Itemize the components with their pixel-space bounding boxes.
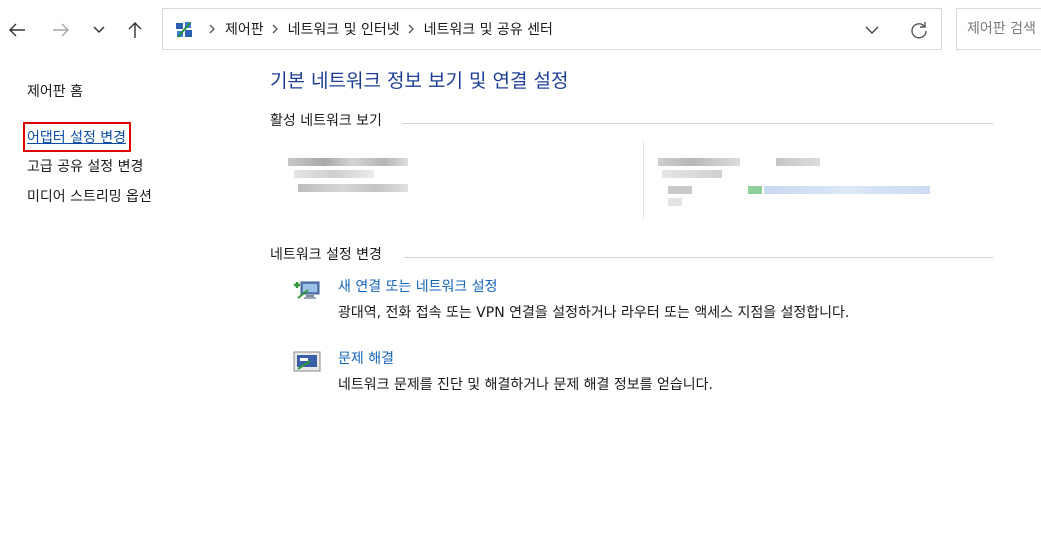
troubleshoot-link[interactable]: 문제 해결 — [338, 348, 394, 368]
media-streaming-options-link[interactable]: 미디어 스트리밍 옵션 — [27, 186, 152, 206]
breadcrumb-control-panel[interactable]: 제어판 — [225, 19, 264, 39]
network-name-redacted — [288, 158, 408, 198]
advanced-sharing-settings-link[interactable]: 고급 공유 설정 변경 — [27, 156, 143, 176]
breadcrumb-separator-icon — [209, 24, 215, 34]
section-divider — [404, 257, 993, 258]
arrow-left-icon — [9, 23, 25, 37]
recent-locations-button[interactable] — [84, 14, 114, 46]
breadcrumb-network-internet[interactable]: 네트워크 및 인터넷 — [288, 19, 400, 39]
troubleshoot-description: 네트워크 문제를 진단 및 해결하거나 문제 해결 정보를 얻습니다. — [338, 377, 713, 393]
new-connection-description: 광대역, 전화 접속 또는 VPN 연결을 설정하거나 라우터 또는 액세스 지… — [338, 305, 850, 321]
network-sharing-center-window: 제어판 네트워크 및 인터넷 네트워크 및 공유 센터 제어판 홈 어댑터 설정… — [0, 0, 1041, 545]
breadcrumb: 제어판 네트워크 및 인터넷 네트워크 및 공유 센터 — [201, 9, 553, 49]
chevron-down-icon[interactable] — [863, 21, 881, 39]
new-connection-icon — [294, 281, 320, 299]
access-type-redacted — [658, 158, 748, 208]
chevron-down-icon — [93, 26, 105, 34]
forward-button[interactable] — [46, 14, 76, 46]
address-bar[interactable]: 제어판 네트워크 및 인터넷 네트워크 및 공유 센터 — [162, 8, 942, 50]
search-input[interactable] — [967, 19, 1041, 39]
control-panel-home-link[interactable]: 제어판 홈 — [27, 81, 83, 101]
back-button[interactable] — [2, 14, 32, 46]
change-settings-header: 네트워크 설정 변경 — [270, 247, 382, 263]
active-networks-header: 활성 네트워크 보기 — [270, 113, 382, 129]
connection-link-redacted — [748, 158, 930, 198]
breadcrumb-separator-icon — [272, 24, 278, 34]
up-button[interactable] — [120, 14, 150, 46]
arrow-up-icon — [128, 22, 142, 38]
troubleshoot-icon — [293, 351, 321, 372]
control-panel-icon — [176, 22, 192, 38]
breadcrumb-separator-icon — [408, 24, 414, 34]
change-adapter-settings-link[interactable]: 어댑터 설정 변경 — [23, 122, 132, 152]
section-divider — [402, 123, 993, 124]
search-box[interactable] — [956, 8, 1041, 50]
breadcrumb-network-sharing-center[interactable]: 네트워크 및 공유 센터 — [424, 19, 553, 39]
new-connection-link[interactable]: 새 연결 또는 네트워크 설정 — [338, 276, 497, 296]
refresh-icon[interactable] — [909, 20, 929, 40]
network-info-divider — [643, 140, 644, 220]
arrow-right-icon — [53, 23, 69, 37]
page-title: 기본 네트워크 정보 보기 및 연결 설정 — [270, 70, 569, 92]
